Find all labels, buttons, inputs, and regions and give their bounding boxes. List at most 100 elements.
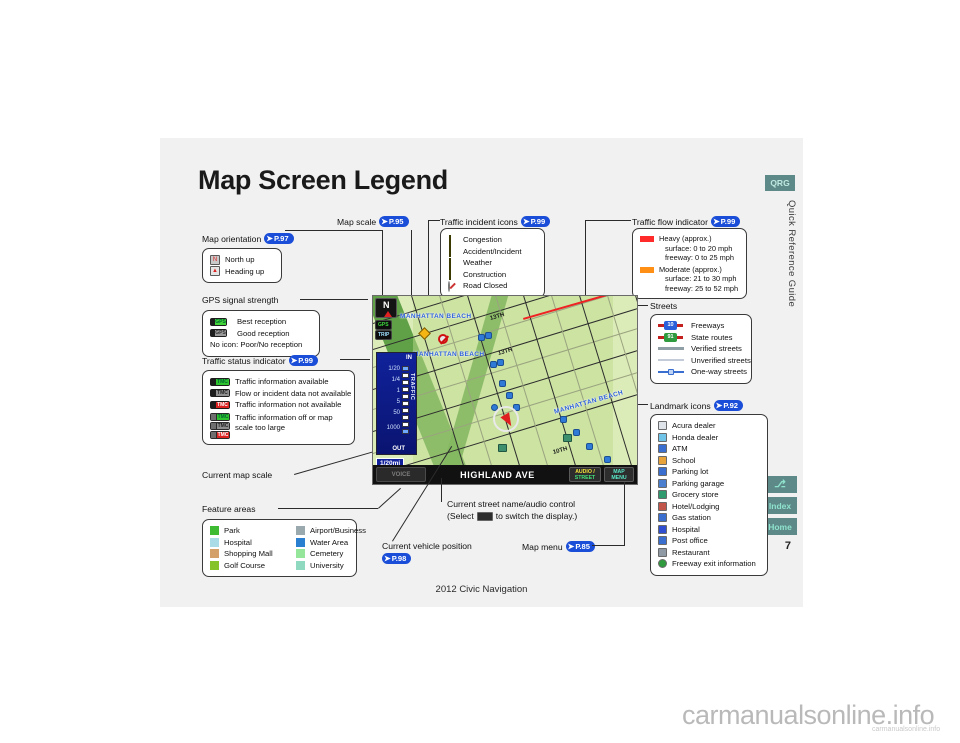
tmc-off-red-icon: TMC — [210, 430, 230, 439]
weather-icon — [448, 257, 458, 269]
legend-row: No icon: Poor/No reception — [210, 340, 303, 349]
tmc-red-icon: TMC — [210, 400, 230, 409]
zoom-tick[interactable] — [402, 415, 409, 420]
north-letter: N — [383, 300, 390, 310]
parking-lot-icon — [658, 467, 667, 477]
zoom-level-label[interactable]: 50 — [378, 410, 400, 416]
zoom-level-label[interactable]: 1 — [378, 388, 400, 394]
legend-row: Road Closed — [448, 280, 537, 292]
map-scale-panel[interactable]: IN TRAFFIC 1/20 1/4 1 5 50 1000 OUT — [376, 352, 417, 455]
legend-row: N North up — [210, 254, 274, 266]
leader-line — [428, 220, 440, 221]
page-ref-badge[interactable]: ➤P.97 — [264, 233, 294, 244]
state-route-shield-icon: 91 — [658, 332, 686, 342]
legend-row: Construction — [448, 269, 537, 281]
leader-line — [592, 545, 624, 546]
callout-traffic-status: Traffic status indicator ➤P.99 — [202, 355, 318, 366]
map-city-label: MANHATTAN BEACH — [400, 313, 472, 320]
zoom-out-label: OUT — [392, 446, 405, 452]
leader-line — [285, 230, 383, 231]
atm-icon — [658, 444, 667, 454]
zoom-tick[interactable] — [402, 401, 409, 406]
map-menu-button[interactable]: MAP MENU — [604, 467, 634, 482]
feature-swatch-university — [296, 560, 305, 570]
legend-row: Verified streets — [658, 343, 744, 355]
legend-row: Hospital — [210, 537, 288, 549]
traffic-heavy-swatch — [640, 236, 654, 242]
legend-row: Weather — [448, 257, 537, 269]
tmc-off-green-icon: TMC — [210, 412, 230, 421]
page-title: Map Screen Legend — [198, 165, 448, 195]
qrg-tab[interactable]: QRG — [765, 175, 795, 191]
zoom-tick[interactable] — [402, 380, 409, 385]
leader-line — [378, 487, 401, 509]
page-ref-badge[interactable]: ➤P.85 — [565, 541, 595, 552]
zoom-tick[interactable] — [402, 422, 409, 427]
zoom-tick[interactable] — [402, 373, 409, 378]
zoom-level-label[interactable]: 1000 — [378, 425, 400, 431]
zoom-tick[interactable] — [402, 394, 409, 399]
gps-best-icon: GPS — [210, 317, 227, 326]
leader-line — [441, 478, 442, 502]
legend-row: Restaurant — [658, 547, 760, 559]
map-poi-icon — [499, 380, 506, 387]
page-ref-badge[interactable]: ➤P.95 — [379, 216, 409, 227]
current-street-line1: Current street name/audio control — [447, 499, 576, 509]
page-ref-badge[interactable]: ➤P.99 — [288, 355, 318, 366]
legend-row: Acura dealer — [658, 420, 760, 432]
road-closed-icon — [448, 280, 458, 292]
legend-traffic-incidents: Congestion Accident/Incident Weather Con… — [440, 228, 545, 298]
honda-dealer-icon — [658, 432, 667, 442]
zoom-in-label: IN — [406, 355, 412, 361]
page-ref-badge[interactable]: ➤P.99 — [710, 216, 741, 227]
legend-row: ▲ Heading up — [210, 266, 274, 278]
gps-good-icon: GPS — [210, 329, 227, 338]
home-button[interactable]: Home — [763, 518, 797, 535]
trip-status-badge: TRIP — [375, 330, 393, 340]
accident-icon — [448, 246, 458, 258]
map-orientation-icon[interactable]: N — [375, 298, 397, 318]
nav-icon-button[interactable]: ⎇ — [763, 476, 797, 493]
current-street-name[interactable]: HIGHLAND AVE — [426, 470, 569, 480]
page-ref-badge[interactable]: ➤P.99 — [520, 216, 551, 227]
page-ref-badge[interactable]: ➤P.92 — [713, 400, 744, 411]
zoom-tick[interactable] — [402, 387, 409, 392]
map-poi-icon — [506, 392, 513, 399]
legend-row: Airport/Business — [296, 525, 366, 537]
zoom-level-label[interactable]: 1/20 — [378, 366, 400, 372]
index-button[interactable]: Index — [763, 497, 797, 514]
footer-text: 2012 Civic Navigation — [435, 584, 528, 595]
leader-line — [585, 220, 631, 221]
audio-street-button[interactable]: AUDIO / STREET — [569, 467, 601, 482]
legend-row: Congestion — [448, 234, 537, 246]
legend-row: Park — [210, 525, 288, 537]
vehicle-arrow-icon — [500, 412, 516, 429]
callout-map-scale: Map scale ➤P.95 — [337, 216, 409, 227]
leader-line — [340, 359, 370, 360]
grocery-store-icon — [658, 490, 667, 500]
legend-row: Gas station — [658, 512, 760, 524]
zoom-level-label[interactable]: 5 — [378, 399, 400, 405]
voice-button[interactable]: VOICE — [376, 467, 426, 482]
map-poi-icon — [573, 429, 580, 436]
zoom-level-label[interactable]: 1/4 — [378, 377, 400, 383]
legend-row: Accident/Incident — [448, 246, 537, 258]
tmc-gray-icon: TMC — [210, 389, 230, 398]
legend-row: Post office — [658, 535, 760, 547]
zoom-tick[interactable] — [402, 366, 409, 371]
leader-line — [585, 220, 586, 305]
legend-row: 10 Freeways — [658, 320, 744, 332]
zoom-tick[interactable] — [402, 429, 409, 434]
legend-row: Grocery store — [658, 489, 760, 501]
legend-row: GPS Good reception — [210, 328, 312, 340]
leader-line — [278, 508, 378, 509]
feature-swatch-park — [210, 526, 219, 536]
zoom-tick[interactable] — [402, 408, 409, 413]
navigation-map-screen[interactable]: MANHATTAN BEACH MANHATTAN BEACH MANHATTA… — [372, 295, 638, 485]
legend-landmark-icons: Acura dealer Honda dealer ATM School Par… — [650, 414, 768, 576]
nav-bottom-bar: VOICE HIGHLAND AVE AUDIO / STREET MAP ME… — [373, 465, 637, 484]
audio-street-line2: STREET — [574, 474, 596, 481]
freeway-shield-icon: 10 — [658, 321, 686, 331]
leader-line — [382, 230, 383, 297]
page-ref-badge[interactable]: ➤P.98 — [382, 553, 412, 564]
